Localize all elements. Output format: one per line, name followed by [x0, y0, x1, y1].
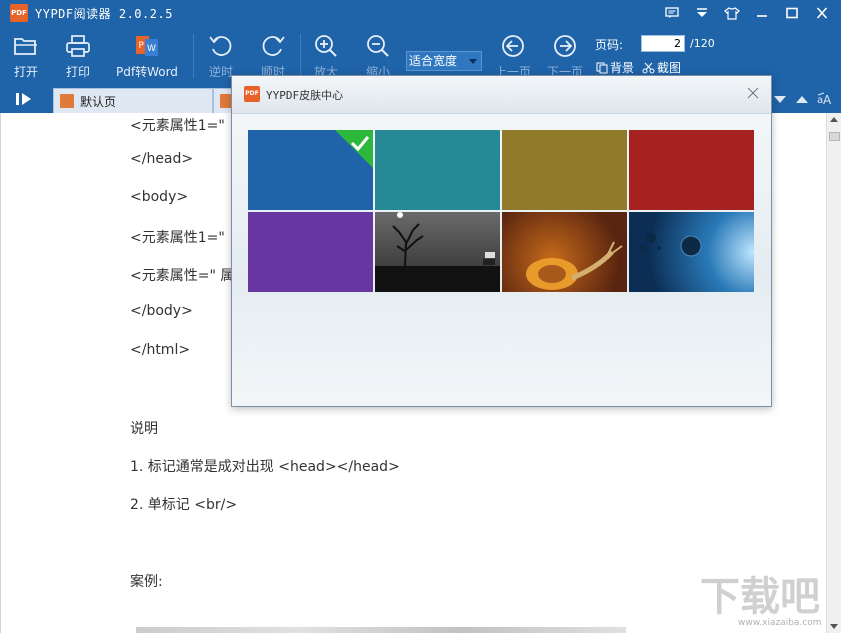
screenshot-button[interactable]: 截图: [642, 59, 681, 76]
document-line: <body>: [130, 189, 189, 205]
partial-text-line: [136, 627, 626, 633]
title-bar: PDF YYPDF阅读器 2.0.2.5: [0, 0, 841, 26]
document-line: </html>: [130, 342, 191, 358]
skin-option-dark-tree[interactable]: [375, 212, 500, 292]
dialog-logo: PDF: [244, 86, 260, 102]
scroll-up-arrow-icon[interactable]: [830, 117, 838, 122]
pdf-to-word-button[interactable]: PW Pdf转Word: [116, 32, 178, 80]
document-line: 说明: [130, 421, 158, 437]
app-logo: PDF: [10, 4, 28, 22]
zoom-mode-select[interactable]: 适合宽度: [406, 51, 482, 71]
folder-icon: [12, 32, 40, 60]
tab-default[interactable]: 默认页: [53, 88, 213, 113]
skin-grid: [248, 130, 755, 293]
document-line: </body>: [130, 303, 193, 319]
dialog-close-icon[interactable]: [745, 85, 761, 101]
rotate-cw-button[interactable]: 顺时: [259, 32, 287, 80]
next-page-button[interactable]: 下一页: [547, 32, 583, 80]
skin-option-teal[interactable]: [375, 130, 500, 210]
page-label: 页码:: [595, 38, 624, 52]
dialog-title: YYPDF皮肤中心: [266, 89, 344, 102]
toolbar-separator: [300, 34, 301, 78]
maximize-icon[interactable]: [779, 3, 805, 23]
printer-icon: [64, 32, 92, 60]
zoom-out-icon: [364, 32, 392, 60]
zoom-in-icon: [312, 32, 340, 60]
zoom-out-button[interactable]: 缩小: [364, 32, 392, 80]
document-line: <元素属性1=": [130, 118, 225, 134]
pdf-word-icon: PW: [133, 32, 161, 60]
translate-icon[interactable]: aA: [817, 92, 833, 106]
scroll-down-icon[interactable]: [773, 94, 787, 104]
scroll-up-icon[interactable]: [795, 94, 809, 104]
space-scene-image: [640, 233, 702, 257]
rotate-ccw-button[interactable]: 逆时: [207, 32, 235, 80]
prev-page-button[interactable]: 上一页: [495, 32, 531, 80]
app-title: YYPDF阅读器 2.0.2.5: [35, 7, 173, 21]
scrollbar-thumb[interactable]: [829, 132, 840, 141]
skin-option-blue[interactable]: [248, 130, 373, 210]
document-line: <元素属性1=": [130, 230, 225, 246]
page-total: /120: [690, 37, 715, 50]
toolbar-separator: [193, 34, 194, 78]
snail-scene-image: [526, 241, 623, 290]
tree-scene-image: [375, 212, 500, 292]
skin-icon[interactable]: [719, 3, 745, 23]
arrow-left-circle-icon: [499, 32, 527, 60]
print-button[interactable]: 打印: [64, 32, 92, 80]
document-line: <元素属性=" 属: [130, 268, 235, 284]
selected-check-icon: [335, 130, 373, 168]
close-icon[interactable]: [809, 3, 835, 23]
svg-text:下载吧: 下载吧: [700, 574, 820, 620]
document-line: 1. 标记通常是成对出现 <head></head>: [130, 459, 400, 475]
skin-center-dialog: PDF YYPDF皮肤中心: [231, 75, 772, 407]
skin-option-snail[interactable]: [502, 212, 627, 292]
document-line: 案例:: [130, 574, 163, 590]
rotate-cw-icon: [259, 32, 287, 60]
rotate-ccw-icon: [207, 32, 235, 60]
minimize-icon[interactable]: [749, 3, 775, 23]
background-icon: [596, 62, 608, 73]
open-button[interactable]: 打开: [12, 32, 40, 80]
zoom-in-button[interactable]: 放大: [312, 32, 340, 80]
watermark-logo: 下载吧 www.xiazaiba.com: [700, 574, 822, 628]
document-line: 2. 单标记 <br/>: [130, 497, 238, 513]
svg-text:P: P: [138, 41, 144, 51]
dialog-title-bar: PDF YYPDF皮肤中心: [232, 76, 771, 114]
svg-text:A: A: [823, 93, 832, 106]
menu-dropdown-icon[interactable]: [689, 3, 715, 23]
skin-option-olive[interactable]: [502, 130, 627, 210]
svg-text:W: W: [147, 44, 156, 54]
arrow-right-circle-icon: [551, 32, 579, 60]
vertical-scrollbar[interactable]: [826, 113, 841, 633]
chevron-down-icon: [469, 59, 477, 64]
feedback-icon[interactable]: [659, 3, 685, 23]
skin-option-red[interactable]: [629, 130, 754, 210]
skin-option-space[interactable]: [629, 212, 754, 292]
background-button[interactable]: 背景: [596, 59, 634, 76]
sidebar-toggle-icon[interactable]: [14, 91, 34, 107]
skin-option-purple[interactable]: [248, 212, 373, 292]
pdf-file-icon: [60, 94, 74, 108]
document-line: </head>: [130, 151, 194, 167]
page-number-input[interactable]: 2: [641, 35, 685, 52]
scissors-icon: [642, 62, 655, 73]
